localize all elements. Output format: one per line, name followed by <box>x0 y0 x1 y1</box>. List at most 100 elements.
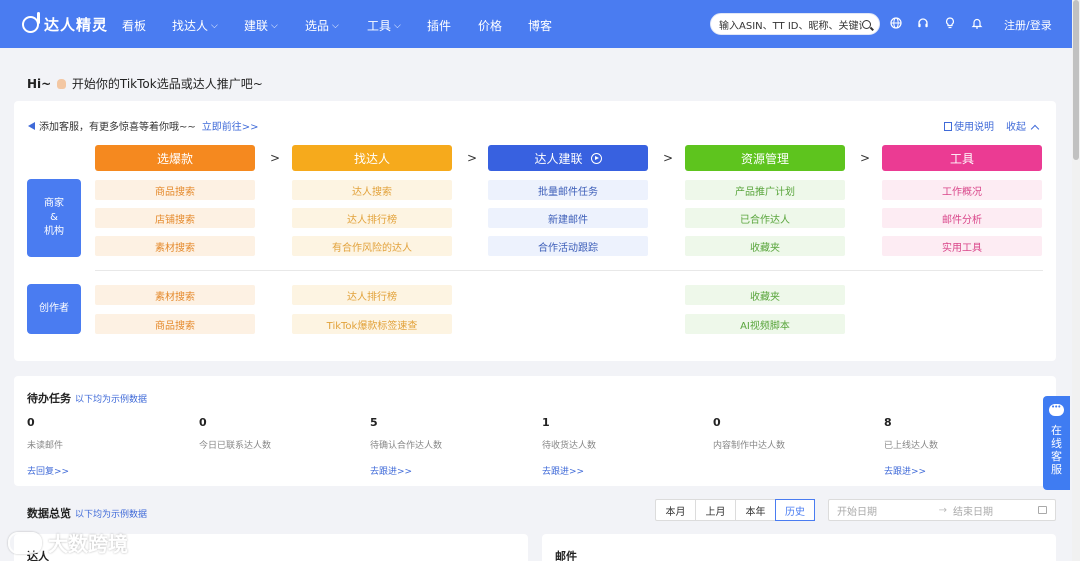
stat-link[interactable]: 去跟进>> <box>884 464 1044 477</box>
feature-panel: 添加客服，有更多惊喜等着你哦~~ 立即前往>> 使用说明 收起 商家 & 机构 … <box>14 101 1056 361</box>
nav-item[interactable]: 工具 ⌵ <box>367 17 401 34</box>
feature-chip[interactable]: 素材搜索 <box>95 285 255 305</box>
feature-chip[interactable]: 店铺搜索 <box>95 208 255 228</box>
stat-label: 未读邮件 <box>27 441 64 451</box>
column-title: 工具 <box>949 151 974 166</box>
headset-icon[interactable] <box>917 17 929 29</box>
brand-name: 达人精灵 <box>44 15 109 34</box>
online-service-button[interactable]: 在线客服 <box>1043 396 1070 490</box>
greeting-hi: Hi~ <box>27 77 52 91</box>
collapse-label: 收起 <box>1006 122 1026 133</box>
stat-label: 内容制作中达人数 <box>713 441 786 451</box>
nav-item[interactable]: 价格 <box>478 17 502 34</box>
feature-chip[interactable]: 工作概况 <box>882 180 1042 200</box>
feature-chip[interactable]: 已合作达人 <box>685 208 845 228</box>
search-input[interactable]: 输入ASIN、TT ID、昵称、关键词 <box>710 13 880 35</box>
feature-chip[interactable]: 达人排行榜 <box>292 285 452 305</box>
notice-link[interactable]: 立即前往>> <box>202 118 259 133</box>
stat-label: 待收货达人数 <box>542 441 597 451</box>
column-header[interactable]: 资源管理 <box>685 145 845 171</box>
todo-stat: 5 待确认合作达人数 去跟进>> <box>370 416 530 477</box>
watermark-text: 大数跨境 <box>48 532 128 556</box>
watermark: 大数跨境 <box>8 528 128 557</box>
feature-chip[interactable]: 产品推广计划 <box>685 180 845 200</box>
feature-chip[interactable]: 合作活动跟踪 <box>488 236 648 256</box>
todo-title: 待办任务 <box>27 392 71 405</box>
column-header[interactable]: 找达人 <box>292 145 452 171</box>
chevron-down-icon: ⌵ <box>394 20 401 31</box>
nav-item[interactable]: 看板 <box>122 17 146 34</box>
scrollbar-thumb[interactable] <box>1073 0 1079 160</box>
feature-chip[interactable]: 批量邮件任务 <box>488 180 648 200</box>
todo-stat: 0 未读邮件 去回复>> <box>27 416 187 477</box>
column-title: 找达人 <box>353 151 390 166</box>
search-icon[interactable] <box>862 19 871 29</box>
period-option[interactable]: 本年 <box>736 500 776 520</box>
feature-chip[interactable]: 实用工具 <box>882 236 1042 256</box>
nav-item[interactable]: 插件 <box>427 17 451 34</box>
period-option[interactable]: 历史 <box>775 499 815 521</box>
manual-link[interactable]: 使用说明 <box>944 118 994 133</box>
column-header[interactable]: 工具 <box>882 145 1042 171</box>
arrow-right-icon: > <box>467 151 478 165</box>
todo-stat: 0 今日已联系达人数 <box>199 416 359 475</box>
logo-icon <box>22 11 40 33</box>
collapse-button[interactable]: 收起 <box>1006 118 1040 134</box>
stat-value: 8 <box>884 416 892 429</box>
feature-chip[interactable]: 新建邮件 <box>488 208 648 228</box>
date-range-picker[interactable]: 开始日期 → 结束日期 <box>828 499 1056 521</box>
notice-bar: 添加客服，有更多惊喜等着你哦~~ 立即前往>> <box>28 118 259 133</box>
nav-item[interactable]: 建联 ⌵ <box>244 17 278 34</box>
feature-chip[interactable]: 商品搜索 <box>95 180 255 200</box>
wave-icon <box>57 79 67 89</box>
stat-link[interactable]: 去跟进>> <box>370 464 530 477</box>
feature-chip[interactable]: 收藏夹 <box>685 236 845 256</box>
arrow-right-icon: > <box>860 151 871 165</box>
overview-card-emails: 邮件 <box>542 534 1056 561</box>
nav-item-label: 价格 <box>478 19 503 33</box>
nav-item[interactable]: 选品 ⌵ <box>305 17 339 34</box>
nav-item[interactable]: 找达人 ⌵ <box>172 17 218 34</box>
greeting-text: 开始你的TikTok选品或达人推广吧~ <box>71 77 263 91</box>
column-title: 选爆款 <box>156 151 193 166</box>
stat-link <box>713 464 873 475</box>
role-merchant: 商家 & 机构 <box>27 179 81 257</box>
stat-link[interactable]: 去回复>> <box>27 464 187 477</box>
end-date-input[interactable]: 结束日期 <box>953 503 1038 518</box>
feature-chip[interactable]: 有合作风险的达人 <box>292 236 452 256</box>
feature-chip[interactable]: 素材搜索 <box>95 236 255 256</box>
feature-chip[interactable]: AI视频脚本 <box>685 314 845 334</box>
nav-item[interactable]: 博客 <box>528 17 552 34</box>
section-divider <box>95 270 1043 271</box>
overview-title: 数据总览 <box>27 507 71 520</box>
stat-link[interactable]: 去跟进>> <box>542 464 702 477</box>
service-label: 在线客服 <box>1051 424 1062 476</box>
arrow-right-icon: > <box>663 151 674 165</box>
period-option[interactable]: 本月 <box>656 500 696 520</box>
feature-chip[interactable]: 商品搜索 <box>95 314 255 334</box>
column-header[interactable]: 选爆款 <box>95 145 255 171</box>
lightbulb-icon[interactable] <box>944 17 956 29</box>
feature-chip[interactable]: TikTok爆款标签速查 <box>292 314 452 334</box>
globe-icon[interactable] <box>890 17 902 29</box>
feature-chip[interactable]: 达人排行榜 <box>292 208 452 228</box>
column-title: 资源管理 <box>740 151 789 166</box>
period-option[interactable]: 上月 <box>696 500 736 520</box>
login-link[interactable]: 注册/登录 <box>1004 17 1052 33</box>
brand-logo[interactable]: 达人精灵 <box>22 11 112 35</box>
chevron-down-icon: ⌵ <box>211 20 218 31</box>
start-date-input[interactable]: 开始日期 <box>837 503 877 518</box>
bell-icon[interactable] <box>971 17 983 29</box>
feature-chip[interactable]: 收藏夹 <box>685 285 845 305</box>
calendar-icon[interactable] <box>1038 506 1047 514</box>
column-header[interactable]: 达人建联 <box>488 145 648 171</box>
role-creator: 创作者 <box>27 284 81 334</box>
chevron-up-icon <box>1030 124 1040 134</box>
overview-header: 数据总览 以下均为示例数据 <box>27 505 147 521</box>
feature-chip[interactable]: 达人搜索 <box>292 180 452 200</box>
feature-chip[interactable]: 邮件分析 <box>882 208 1042 228</box>
arrow-right-icon: → <box>938 504 947 516</box>
page-scrollbar[interactable] <box>1072 0 1080 561</box>
play-icon[interactable] <box>590 152 602 164</box>
speaker-icon <box>28 121 35 130</box>
